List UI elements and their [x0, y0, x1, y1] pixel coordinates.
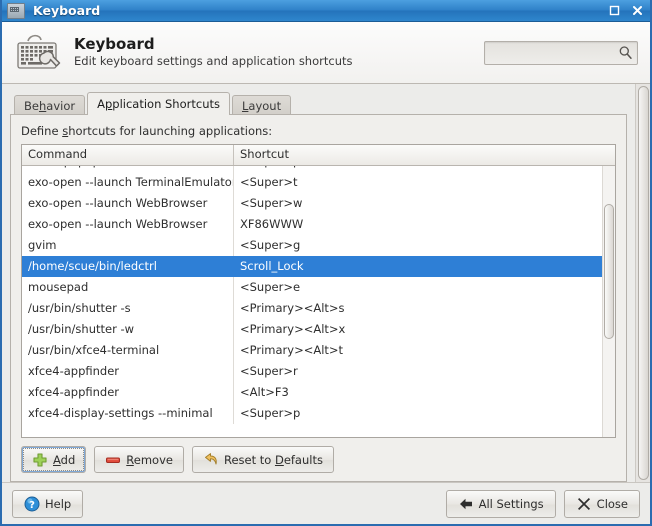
cell-command: exo-open --launch WebBrowser [22, 193, 234, 214]
close-button[interactable] [626, 2, 648, 20]
cell-command: xfce4-appfinder [22, 361, 234, 382]
table-row[interactable]: exo-open --launch WebBrowser XF86WWW [22, 214, 602, 235]
cell-shortcut: <Super>e [240, 280, 301, 294]
column-header-shortcut[interactable]: Shortcut [234, 145, 615, 165]
search-icon[interactable] [618, 45, 633, 60]
tab-bar: Behavior Application Shortcuts Layout [10, 92, 627, 115]
window-title: Keyboard [33, 3, 101, 18]
cell-shortcut: <Primary><Alt>s [240, 301, 345, 315]
help-icon: ? [24, 496, 40, 512]
close-dialog-button[interactable]: Close [563, 489, 640, 518]
shortcut-actions: Add Remove Reset to Defaults [21, 438, 616, 473]
cell-command: /usr/bin/shutter -w [22, 319, 234, 340]
close-dialog-button-label: Close [596, 496, 628, 511]
dialog-body-inner: Behavior Application Shortcuts Layout De… [2, 84, 635, 482]
column-header-command[interactable]: Command [22, 145, 234, 165]
search-box[interactable] [484, 40, 638, 65]
undo-icon [203, 452, 219, 468]
tree-rows-viewport: xfce4-popup-whiskermenu<Super>pexo-open … [22, 166, 602, 437]
dialog-footer: ? Help All Settings Close [2, 482, 650, 524]
arrow-left-icon [458, 496, 474, 512]
window-scrollbar-thumb[interactable] [638, 86, 649, 480]
cell-shortcut: XF86WWW [240, 217, 304, 231]
table-row[interactable]: mousepad <Super>e [22, 277, 602, 298]
cell-shortcut: <Primary><Alt>x [240, 322, 346, 336]
dialog-body: Behavior Application Shortcuts Layout De… [2, 84, 650, 482]
table-row[interactable]: /home/scue/bin/ledctrl Scroll_Lock [22, 256, 602, 277]
all-settings-button-label: All Settings [478, 496, 544, 511]
cell-command: /home/scue/bin/ledctrl [22, 256, 234, 277]
cell-shortcut: <Super>p [240, 406, 301, 420]
minus-icon [105, 452, 121, 468]
cell-command: gvim [22, 235, 234, 256]
plus-icon [32, 452, 48, 468]
cell-shortcut: <Super>w [240, 196, 303, 210]
svg-text:?: ? [29, 499, 35, 510]
keyboard-icon [7, 2, 25, 19]
table-row[interactable]: xfce4-appfinder <Super>r [22, 361, 602, 382]
maximize-button[interactable] [603, 2, 625, 20]
keyboard-settings-icon [14, 31, 62, 75]
tree-body: xfce4-popup-whiskermenu<Super>pexo-open … [22, 166, 615, 437]
tree-header-row: Command Shortcut [22, 145, 615, 166]
table-row[interactable]: /usr/bin/shutter -s <Primary><Alt>s [22, 298, 602, 319]
add-button[interactable]: Add [21, 446, 87, 473]
help-button[interactable]: ? Help [12, 489, 84, 518]
application-shortcuts-page: Define shortcuts for launching applicati… [10, 114, 627, 482]
cell-command: xfce4-display-settings --minimal [22, 403, 234, 424]
dialog-header: Keyboard Edit keyboard settings and appl… [2, 22, 650, 84]
cell-shortcut: <Super>g [240, 238, 301, 252]
cell-command: exo-open --launch WebBrowser [22, 214, 234, 235]
close-x-icon [576, 496, 592, 512]
add-button-label: Add [53, 452, 76, 467]
cell-shortcut: Scroll_Lock [240, 259, 304, 273]
table-row[interactable]: /usr/bin/shutter -w <Primary><Alt>x [22, 319, 602, 340]
all-settings-button[interactable]: All Settings [445, 489, 556, 518]
table-row[interactable]: xfce4-display-settings --minimal <Super>p [22, 403, 602, 424]
table-row[interactable]: xfce4-appfinder <Alt>F3 [22, 382, 602, 403]
cell-shortcut: <Super>t [240, 175, 298, 189]
cell-command: /usr/bin/shutter -s [22, 298, 234, 319]
tree-rows: xfce4-popup-whiskermenu<Super>pexo-open … [22, 166, 602, 424]
table-row[interactable]: exo-open --launch TerminalEmulator <Super… [22, 172, 602, 193]
window-scrollbar[interactable] [635, 84, 650, 482]
window-controls [603, 2, 648, 20]
remove-button-label: Remove [126, 452, 173, 467]
footer-right-buttons: All Settings Close [445, 489, 640, 518]
tab-application-shortcuts[interactable]: Application Shortcuts [87, 92, 230, 115]
tree-scrollbar[interactable] [602, 166, 615, 437]
tab-layout[interactable]: Layout [231, 95, 292, 115]
page-subtitle: Edit keyboard settings and application s… [74, 54, 353, 68]
cell-command: mousepad [22, 277, 234, 298]
cell-shortcut: <Alt>F3 [240, 385, 289, 399]
tab-behavior[interactable]: Behavior [14, 95, 86, 115]
cell-shortcut: <Super>r [240, 364, 298, 378]
tree-scrollbar-thumb[interactable] [604, 204, 614, 339]
table-row[interactable]: exo-open --launch WebBrowser <Super>w [22, 193, 602, 214]
remove-button[interactable]: Remove [94, 446, 184, 473]
page-title: Keyboard [74, 35, 155, 53]
cell-shortcut: <Primary><Alt>t [240, 343, 344, 357]
cell-command: /usr/bin/xfce4-terminal [22, 340, 234, 361]
cell-command: exo-open --launch TerminalEmulator [22, 172, 234, 193]
header-text: Keyboard Edit keyboard settings and appl… [74, 36, 484, 69]
define-shortcuts-label: Define shortcuts for launching applicati… [21, 124, 273, 138]
titlebar[interactable]: Keyboard [2, 0, 650, 22]
shortcuts-tree[interactable]: Command Shortcut xfce4-popup-whiskermenu… [21, 144, 616, 438]
help-button-label: Help [45, 496, 72, 511]
table-row[interactable]: /usr/bin/xfce4-terminal <Primary><Alt>t [22, 340, 602, 361]
reset-defaults-button-label: Reset to Defaults [223, 452, 323, 467]
table-row[interactable]: gvim <Super>g [22, 235, 602, 256]
reset-defaults-button[interactable]: Reset to Defaults [191, 446, 334, 473]
search-input[interactable] [491, 45, 618, 60]
cell-command: xfce4-appfinder [22, 382, 234, 403]
keyboard-settings-window: Keyboard Keyboard Edit keyboard settings… [0, 0, 652, 526]
